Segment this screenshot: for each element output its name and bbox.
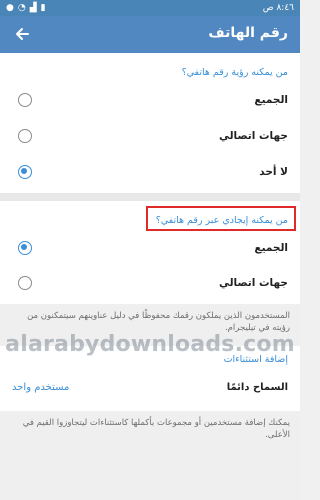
arrow-left-icon[interactable] bbox=[10, 22, 34, 46]
radio-button[interactable] bbox=[18, 93, 32, 107]
option-label: جهات اتصالي bbox=[218, 130, 288, 142]
radio-button-selected[interactable] bbox=[18, 165, 32, 179]
notification-icon: ● bbox=[6, 3, 14, 13]
option-label: الجميع bbox=[254, 242, 288, 254]
section-header-who-can-find: من يمكنه إيجادي عبر رقم هاتفي؟ bbox=[155, 215, 288, 226]
app-bar: رقم الهاتف bbox=[0, 16, 300, 53]
setting-value[interactable]: مستخدم واحد bbox=[12, 382, 69, 393]
section-divider bbox=[0, 193, 300, 201]
info-text-exceptions: يمكنك إضافة مستخدمين أو مجموعات بأكملها … bbox=[0, 411, 300, 451]
page-title: رقم الهاتف bbox=[208, 25, 288, 41]
radio-button[interactable] bbox=[18, 129, 32, 143]
status-icons: ● ◔ ▟ ▮ bbox=[6, 3, 46, 13]
signal-icon: ▟ bbox=[29, 3, 37, 13]
wifi-icon: ◔ bbox=[17, 3, 26, 13]
always-allow-setting[interactable]: السماح دائمًا مستخدم واحد bbox=[0, 376, 300, 404]
status-bar: ● ◔ ▟ ▮ ٨:٤٦ ص bbox=[0, 0, 300, 16]
option-contacts-see[interactable]: جهات اتصالي bbox=[0, 122, 300, 152]
option-label: جهات اتصالي bbox=[218, 277, 288, 289]
section-header-exceptions: إضافة استثناءات bbox=[223, 354, 288, 365]
setting-name: السماح دائمًا bbox=[226, 382, 288, 393]
option-contacts-find[interactable]: جهات اتصالي bbox=[0, 269, 300, 299]
radio-button-selected[interactable] bbox=[18, 241, 32, 255]
option-label: لا أحد bbox=[259, 166, 288, 178]
option-label: الجميع bbox=[254, 94, 288, 106]
section-who-can-see: من يمكنه رؤية رقم هاتفي؟ الجميع جهات اتص… bbox=[0, 53, 300, 193]
option-nobody-see[interactable]: لا أحد bbox=[0, 158, 300, 188]
status-time: ٨:٤٦ ص bbox=[262, 3, 294, 13]
section-exceptions: إضافة استثناءات السماح دائمًا مستخدم واح… bbox=[0, 346, 300, 411]
option-everyone-see[interactable]: الجميع bbox=[0, 86, 300, 116]
section-header-who-can-see: من يمكنه رؤية رقم هاتفي؟ bbox=[181, 67, 288, 78]
option-everyone-find[interactable]: الجميع bbox=[0, 234, 300, 264]
battery-icon: ▮ bbox=[40, 3, 46, 13]
radio-button[interactable] bbox=[18, 276, 32, 290]
info-text-find: المستخدمون الذين يملكون رقمك محفوظًا في … bbox=[0, 304, 300, 346]
background-fill bbox=[0, 451, 300, 500]
section-who-can-find: من يمكنه إيجادي عبر رقم هاتفي؟ الجميع جه… bbox=[0, 201, 300, 304]
